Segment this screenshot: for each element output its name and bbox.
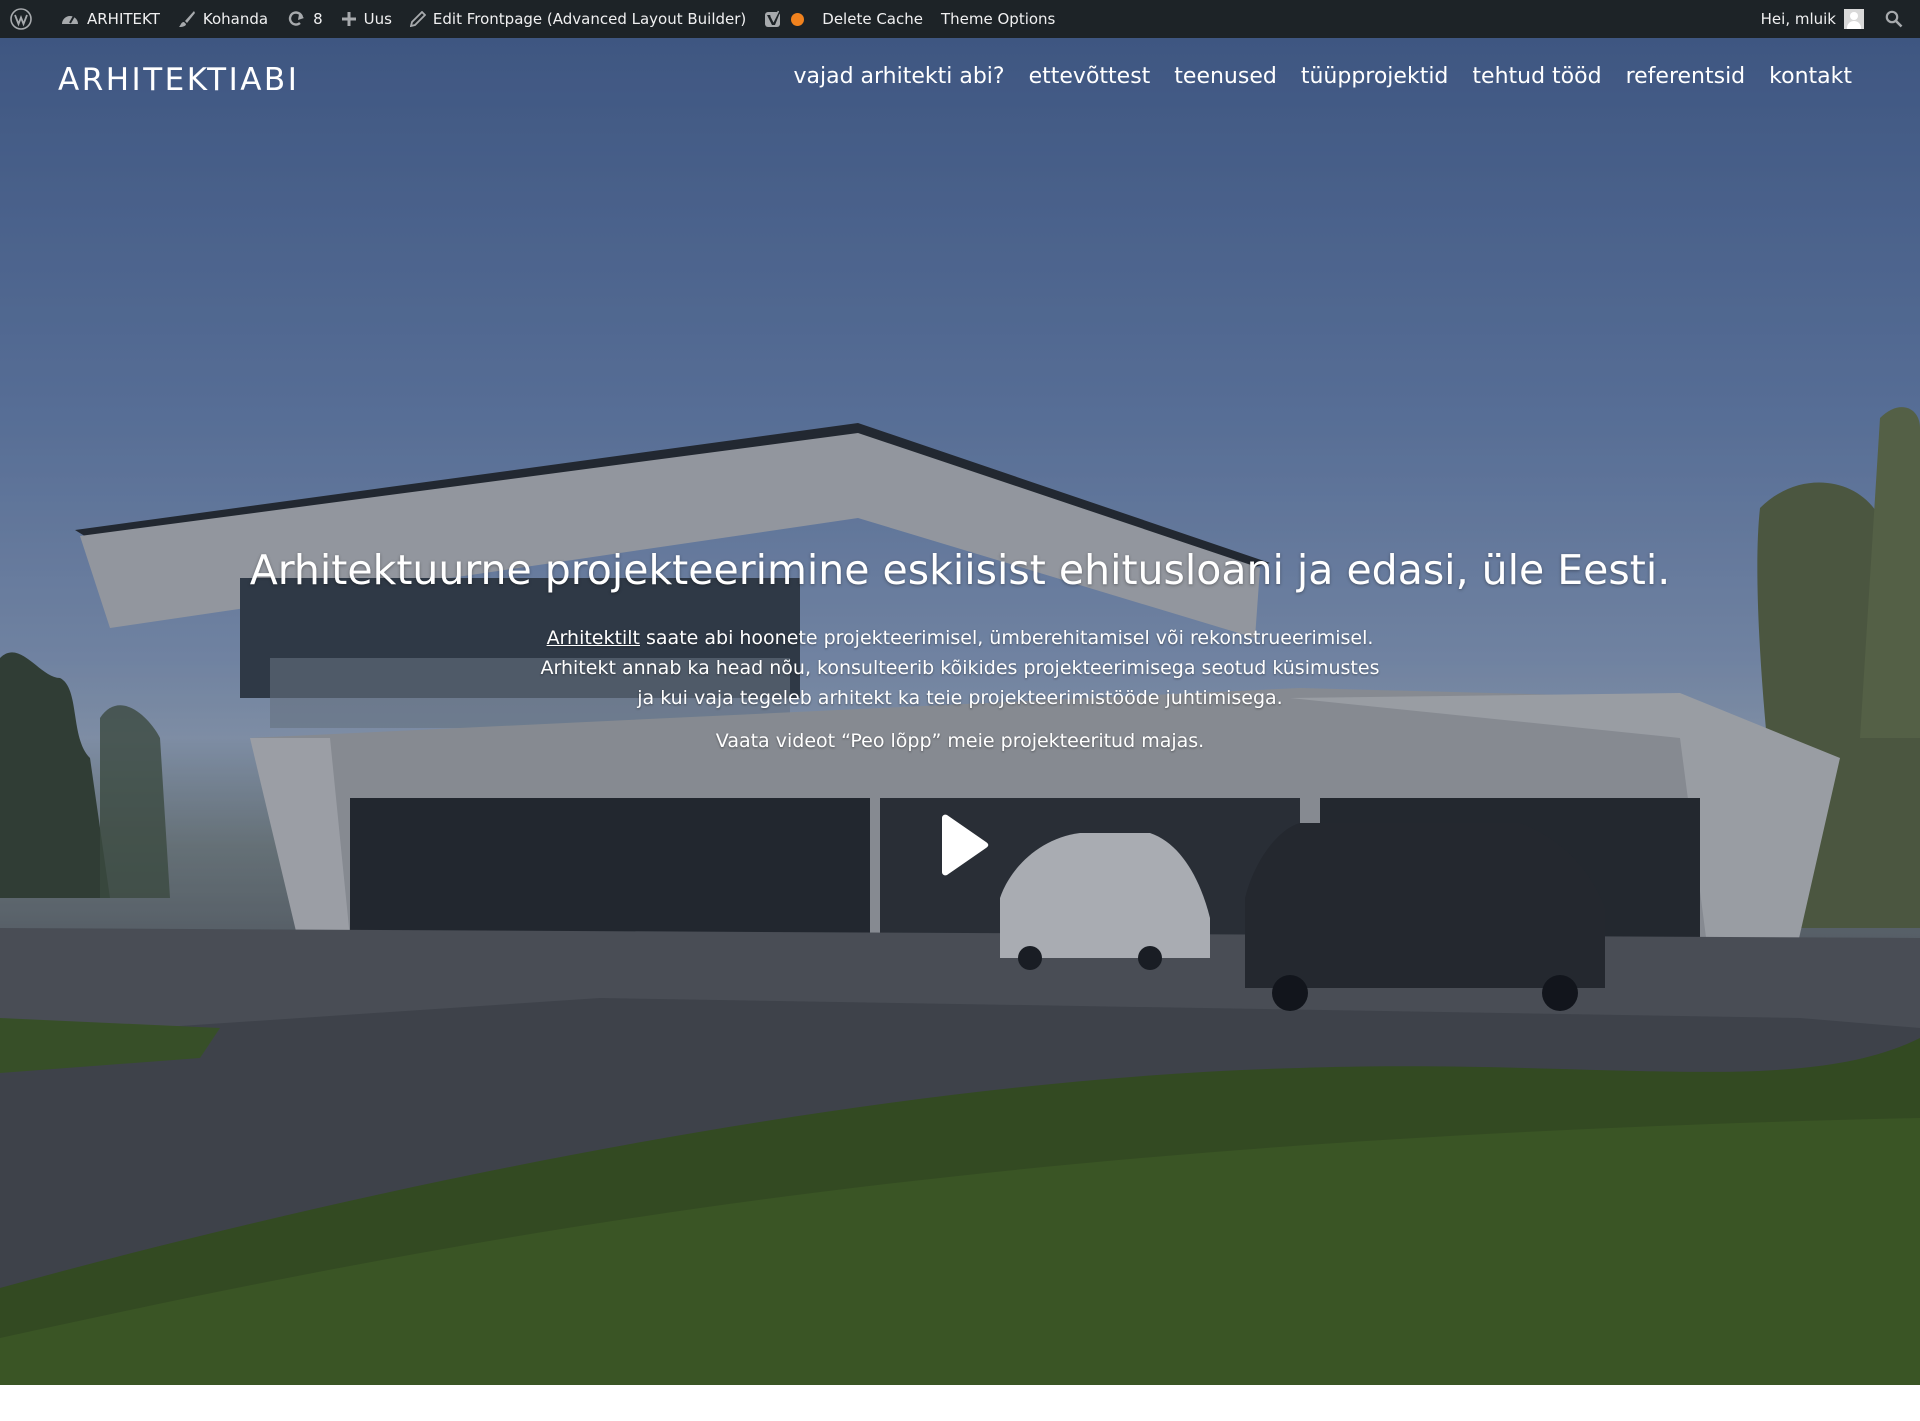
nav-item-tuupprojektid[interactable]: tüüpprojektid [1301,64,1449,89]
yoast-menu[interactable] [755,0,813,38]
edit-page-link[interactable]: Edit Frontpage (Advanced Layout Builder) [401,0,755,38]
status-dot-icon [791,12,805,26]
nav-item-vajad-arhitekti-abi[interactable]: vajad arhitekti abi? [793,64,1004,89]
new-content-label: Uus [363,10,392,28]
avatar [1844,9,1864,29]
yoast-icon [765,10,782,27]
wordpress-menu[interactable] [0,0,51,38]
account-menu[interactable]: Hei, mluik [1752,0,1873,38]
site-logo[interactable]: ARHITEKTIABI [58,62,299,98]
video-note: Vaata videot “Peo lõpp” meie projekteeri… [715,730,1205,752]
nav-item-kontakt[interactable]: kontakt [1769,64,1852,89]
new-content-link[interactable]: Uus [332,0,401,38]
updates-count: 8 [313,10,323,28]
video-play-button[interactable] [936,814,990,876]
theme-options-link[interactable]: Theme Options [932,0,1064,38]
hero-description: Arhitektilt saate abi hoonete projekteer… [0,623,1920,713]
refresh-icon [288,11,305,26]
account-greeting: Hei, mluik [1760,10,1836,28]
delete-cache-link[interactable]: Delete Cache [813,0,932,38]
main-navigation: vajad arhitekti abi? ettevõttest teenuse… [793,64,1852,89]
edit-page-label: Edit Frontpage (Advanced Layout Builder) [432,10,747,28]
hero-description-line-1: Arhitektilt saate abi hoonete projekteer… [0,623,1920,653]
wordpress-icon [10,8,32,30]
admin-search-button[interactable] [1873,0,1920,38]
delete-cache-label: Delete Cache [822,10,923,28]
nav-item-teenused[interactable]: teenused [1174,64,1277,89]
play-icon [942,814,989,876]
brush-icon [178,11,195,27]
hero-description-line-2: Arhitekt annab ka head nõu, konsulteerib… [540,657,1380,679]
search-icon [1885,10,1903,28]
hero-description-line-3: ja kui vaja tegeleb arhitekt ka teie pro… [637,687,1283,709]
theme-options-label: Theme Options [940,10,1056,28]
nav-item-referentsid[interactable]: referentsid [1626,64,1746,89]
customize-label: Kohanda [202,10,269,28]
architect-link[interactable]: Arhitektilt [547,627,640,649]
pencil-icon [409,11,426,27]
dashboard-icon [62,15,78,24]
site-name-menu[interactable]: ARHITEKT [51,0,169,38]
nav-item-tehtud-tood[interactable]: tehtud tööd [1472,64,1601,89]
hero-description-line-1-rest: saate abi hoonete projekteerimisel, ümbe… [639,627,1374,649]
nav-item-ettevottest[interactable]: ettevõttest [1029,64,1151,89]
site-logo-text: ARHITEKTIABI [58,62,300,98]
hero-section: ARHITEKTIABI vajad arhitekti abi? ettevõ… [0,38,1920,1385]
updates-link[interactable]: 8 [277,0,332,38]
plus-icon [341,12,356,26]
hero-title: Arhitektuurne projekteerimine eskiisist … [249,546,1671,594]
site-name-label: ARHITEKT [87,10,160,28]
admin-bar: ARHITEKT Kohanda 8 Uus Edit Frontpage (A… [0,0,1920,38]
customize-link[interactable]: Kohanda [169,0,277,38]
